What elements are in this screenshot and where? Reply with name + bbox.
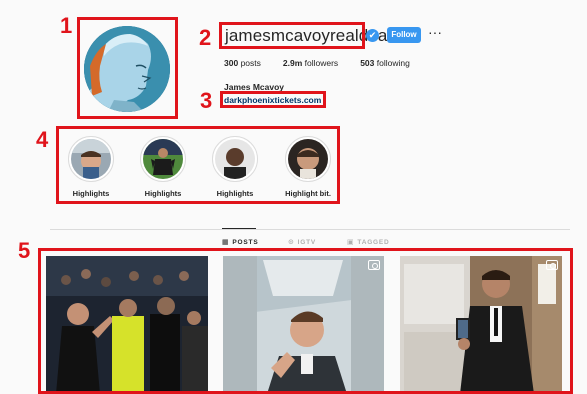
annotation-number-1: 1 — [60, 13, 73, 38]
tab-igtv[interactable]: ⊙ IGTV — [288, 238, 317, 247]
tab-tagged[interactable]: ▣ TAGGED — [347, 238, 390, 247]
annotation-number-2: 2 — [199, 25, 212, 50]
annotation-number-5: 5 — [18, 238, 31, 263]
following-count: 503 — [360, 58, 375, 68]
tab-active-indicator — [222, 228, 256, 229]
tab-tagged-label: TAGGED — [357, 238, 390, 246]
tab-igtv-label: IGTV — [297, 238, 317, 246]
follow-button[interactable]: Follow — [387, 27, 421, 43]
more-options-icon[interactable]: ··· — [428, 24, 442, 40]
tab-posts[interactable]: ▦ POSTS — [222, 238, 259, 247]
annotation-box-1 — [77, 17, 178, 119]
profile-stats: 300 posts 2.9m followers 503 following — [224, 58, 410, 68]
following-label: following — [376, 58, 410, 68]
tab-posts-label: POSTS — [232, 238, 259, 246]
posts-label: posts — [240, 58, 261, 68]
annotation-box-2 — [219, 22, 365, 49]
annotation-box-5 — [38, 248, 573, 394]
verified-badge-icon: ✔ — [366, 29, 379, 42]
annotation-number-4: 4 — [36, 127, 49, 152]
followers-count: 2.9m — [282, 58, 303, 68]
followers-label: followers — [304, 58, 339, 68]
annotation-number-3: 3 — [200, 88, 213, 113]
annotation-box-4 — [56, 126, 340, 204]
tag-icon: ▣ — [347, 239, 355, 246]
grid-icon: ▦ — [222, 239, 230, 246]
following-stat[interactable]: 503 following — [360, 58, 410, 68]
followers-stat[interactable]: 2.9m followers — [283, 58, 338, 68]
posts-count: 300 — [224, 58, 239, 68]
tv-icon: ⊙ — [288, 239, 295, 246]
annotation-box-3 — [220, 91, 326, 108]
tabs-divider — [50, 229, 570, 230]
posts-stat[interactable]: 300 posts — [224, 58, 261, 68]
